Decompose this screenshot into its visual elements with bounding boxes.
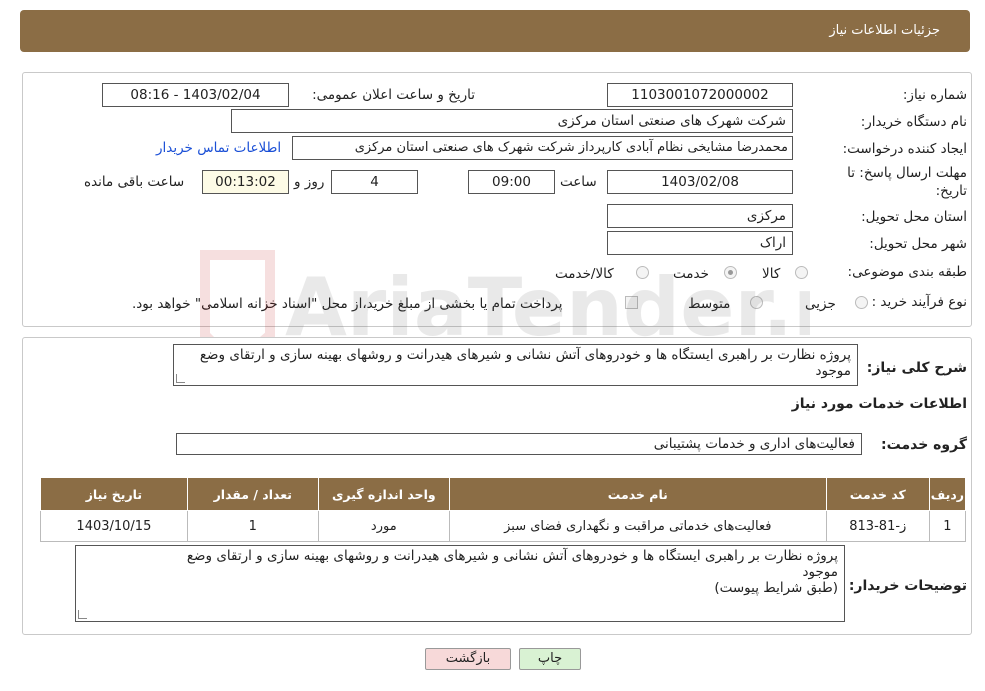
category-goods-radio[interactable] [795,266,808,279]
treasury-payment-note: پرداخت تمام یا بخشی از مبلغ خرید،از محل … [132,296,563,312]
creator-field: محمدرضا مشایخی نظام آبادی کارپرداز شرکت … [292,136,793,160]
purchase-medium-radio[interactable] [750,296,763,309]
cell-row-number: 1 [928,510,967,542]
category-service-radio[interactable] [724,266,737,279]
purchase-medium-label: متوسط [688,296,731,312]
back-button[interactable]: بازگشت [425,648,511,670]
col-service-code: کد خدمت [825,477,930,511]
col-row-number: ردیف [928,477,967,511]
deadline-label: مهلت ارسال پاسخ: تا [847,165,967,181]
category-goods-service-label: کالا/خدمت [555,266,614,282]
col-need-date: تاریخ نیاز [40,477,188,511]
service-group-label: گروه خدمت: [881,437,967,453]
buyer-org-label: نام دستگاه خریدار: [860,114,967,130]
buyer-notes-textarea: پروژه نظارت بر راهبری ایستگاه ها و خودرو… [75,545,845,622]
resize-handle-icon[interactable] [176,374,185,383]
deadline-date-field: 1403/02/08 [607,170,793,194]
cell-quantity: 1 [186,510,319,542]
buyer-notes-line-3: (طبق شرایط پیوست) [714,580,838,596]
remaining-time-field: 00:13:02 [202,170,289,194]
cell-unit: مورد [317,510,450,542]
category-label: طبقه بندی موضوعی: [847,264,967,280]
summary-label: شرح کلی نیاز: [866,360,967,376]
announce-datetime-label: تاریخ و ساعت اعلان عمومی: [312,87,475,103]
days-remaining-field: 4 [331,170,418,194]
treasury-payment-checkbox[interactable] [625,296,638,309]
deadline-time-label: ساعت [560,174,597,190]
buyer-notes-line-2: موجود [802,564,838,580]
services-table-header: ردیف کد خدمت نام خدمت واحد اندازه گیری ت… [40,477,967,511]
col-unit: واحد اندازه گیری [317,477,450,511]
need-number-label: شماره نیاز: [902,87,967,103]
cell-need-date: 1403/10/15 [40,510,188,542]
deadline-label-2: تاریخ: [935,183,967,199]
print-button[interactable]: چاپ [519,648,581,670]
col-quantity: تعداد / مقدار [186,477,319,511]
service-group-field: فعالیت‌های اداری و خدمات پشتیبانی [176,433,862,455]
creator-label: ایجاد کننده درخواست: [842,141,967,157]
province-field: مرکزی [607,204,793,228]
purchase-minor-label: جزیی [805,296,836,312]
services-section-title: اطلاعات خدمات مورد نیاز [791,396,967,412]
need-number-field: 1103001072000002 [607,83,793,107]
remaining-time-label: ساعت باقی مانده [84,174,185,190]
buyer-org-field: شرکت شهرک های صنعتی استان مرکزی [231,109,793,133]
days-label: روز و [294,174,325,190]
table-row: 1 ز-81-813 فعالیت‌های خدماتی مراقبت و نگ… [40,510,967,542]
buyer-contact-link[interactable]: اطلاعات تماس خریدار [156,140,281,156]
resize-handle-icon[interactable] [78,610,87,619]
buyer-notes-line-1: پروژه نظارت بر راهبری ایستگاه ها و خودرو… [186,548,838,564]
summary-textarea: پروژه نظارت بر راهبری ایستگاه ها و خودرو… [173,344,858,386]
province-label: استان محل تحویل: [861,209,967,225]
summary-text: پروژه نظارت بر راهبری ایستگاه ها و خودرو… [199,347,851,379]
page-header: جزئیات اطلاعات نیاز [20,10,970,52]
col-service-name: نام خدمت [448,477,827,511]
category-service-label: خدمت [673,266,709,282]
purchase-type-label: نوع فرآیند خرید : [871,294,967,310]
announce-datetime-field: 1403/02/04 - 08:16 [102,83,289,107]
page-title: جزئیات اطلاعات نیاز [829,23,940,38]
category-goods-service-radio[interactable] [636,266,649,279]
city-field: اراک [607,231,793,255]
category-goods-label: کالا [762,266,781,282]
cell-service-name: فعالیت‌های خدماتی مراقبت و نگهداری فضای … [448,510,827,542]
purchase-minor-radio[interactable] [855,296,868,309]
buyer-notes-label: توضیحات خریدار: [848,578,967,594]
city-label: شهر محل تحویل: [869,236,967,252]
services-table: ردیف کد خدمت نام خدمت واحد اندازه گیری ت… [40,477,967,542]
cell-service-code: ز-81-813 [825,510,930,542]
deadline-time-field: 09:00 [468,170,555,194]
